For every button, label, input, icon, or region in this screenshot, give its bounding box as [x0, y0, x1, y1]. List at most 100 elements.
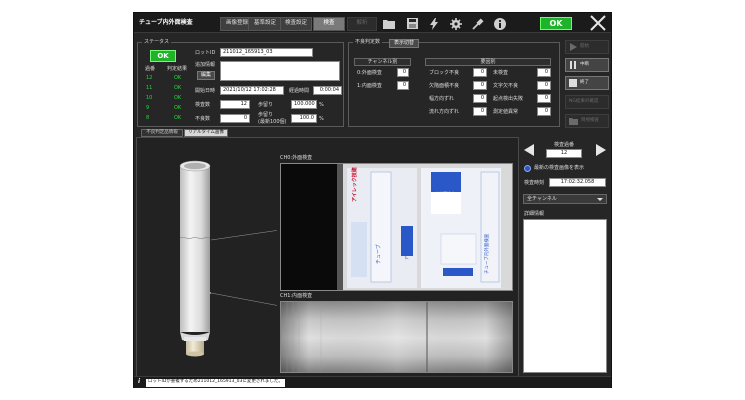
inspect-count-label: 検査数 — [195, 102, 211, 108]
chevron-down-icon — [597, 198, 603, 201]
tube-illustration — [179, 160, 277, 357]
tab-inspection-settings[interactable]: 検査設定 — [280, 17, 312, 31]
defect-count-field: 0 — [220, 114, 250, 123]
yield-recent-unit: % — [319, 116, 324, 122]
inspect-time-label: 検査時刻 — [524, 180, 545, 186]
ng-result-check-button[interactable]: NG結果の確認 — [565, 95, 609, 109]
app-title: チューブ内外面検査 — [139, 19, 193, 26]
tab-defect-info[interactable]: 不良判定品情報 — [141, 129, 183, 137]
type-value: 0 — [537, 81, 551, 90]
defect-group-title: 不良判定数 — [353, 39, 383, 45]
defect-count-group: 不良判定数 表示切替 チャンネル別 要因別 0:外面検査 0 1:内面検査 0 … — [348, 39, 560, 127]
status-message: ロットIDが重複するため211012_165913_03に変更されました。 — [146, 379, 285, 387]
close-icon[interactable] — [589, 14, 607, 32]
prev-arrow-icon[interactable] — [524, 144, 534, 156]
print-text: 内外面検査 — [435, 191, 455, 196]
type-value: 0 — [473, 68, 487, 77]
type-value: 0 — [537, 68, 551, 77]
history-result-header: 判定結果 — [167, 66, 188, 72]
elapsed-field: 0:00:04 — [313, 86, 342, 95]
pause-button[interactable]: 中断 — [565, 58, 609, 72]
tab-inspection[interactable]: 検査 — [313, 17, 345, 31]
channel-header: チャンネル別 — [354, 58, 411, 66]
type-value: 0 — [537, 107, 551, 116]
channel-label: 1:内面検査 — [357, 83, 382, 89]
channel-value: 0 — [397, 68, 409, 77]
history-count-header: 過番 — [145, 66, 156, 72]
history-result: OK — [174, 95, 182, 101]
ch1-title: CH1:内面検査 — [280, 293, 313, 299]
ch0-title: CH0:外面検査 — [280, 155, 313, 161]
history-row: 11 — [146, 85, 153, 91]
type-label: 文字欠不良 — [493, 83, 519, 89]
print-text: チューブ — [376, 244, 382, 264]
history-row: 10 — [146, 95, 153, 101]
history-row: 12 — [146, 75, 153, 81]
gear-icon[interactable] — [448, 16, 464, 31]
open-folder-icon[interactable] — [381, 16, 397, 31]
ch1-image — [280, 301, 513, 373]
type-value: 0 — [473, 107, 487, 116]
status-ok-badge: OK — [150, 50, 176, 62]
type-value: 0 — [473, 81, 487, 90]
status-bar: i ロットIDが重複するため211012_165913_03に変更されました。 — [134, 376, 611, 388]
tab-realtime-image[interactable]: リアルタイム画像 — [184, 129, 228, 137]
channel-label: 0:外面検査 — [357, 70, 382, 76]
print-text: チューブ内外面検査 — [485, 233, 490, 274]
ch0-image: アイレック技建 チューブ 内外面検査 チューブ内外面検査 アイレック技建 — [280, 163, 513, 291]
right-panel: 検査過番 12 最新の検査画像を表示 検査時刻 17:02:32.058 全チャ… — [522, 142, 608, 375]
save-icon[interactable] — [404, 16, 420, 31]
overall-ok-indicator: OK — [540, 17, 572, 30]
status-group-title: ステータス — [142, 39, 172, 45]
folder-icon — [569, 117, 578, 125]
print-text: アイレック技建 — [352, 167, 358, 202]
yield-recent-field: 100.0 — [291, 114, 317, 123]
history-result: OK — [174, 115, 182, 121]
stop-button[interactable]: 終了 — [565, 76, 609, 90]
channel-select[interactable]: 全チャンネル — [523, 194, 607, 204]
display-toggle-button[interactable]: 表示切替 — [389, 39, 419, 48]
type-label: 流れ方向ずれ — [429, 109, 460, 115]
inspect-count-field: 12 — [220, 100, 250, 109]
latest-image-radio[interactable] — [524, 165, 531, 172]
type-header: 要因別 — [425, 58, 551, 66]
stop-icon — [569, 79, 577, 87]
next-arrow-icon[interactable] — [596, 144, 606, 156]
pipette-icon[interactable] — [470, 16, 486, 31]
extra-info-label: 追加情報 — [195, 62, 216, 68]
type-label: 測定値異常 — [493, 109, 519, 115]
tab-analysis[interactable]: 解析 — [347, 17, 377, 31]
print-text: アイレック技建 — [404, 232, 409, 260]
history-result: OK — [174, 75, 182, 81]
extra-info-field — [220, 61, 340, 81]
edit-button[interactable]: 編集 — [197, 71, 215, 80]
start-button[interactable]: 開始 — [565, 40, 609, 54]
visual-inspection-button[interactable]: 目視検査 — [565, 114, 609, 128]
defect-count-label: 不良数 — [195, 116, 211, 122]
history-row: 8 — [146, 115, 150, 121]
main-window: チューブ内外面検査 画像登録 基準設定 検査設定 検査 解析 OK ステータス — [133, 12, 612, 388]
yield-field: 100.000 — [291, 100, 317, 109]
info-icon[interactable] — [492, 16, 508, 31]
channel-select-value: 全チャンネル — [527, 196, 557, 202]
tab-reference-settings[interactable]: 基準設定 — [248, 17, 282, 31]
lot-id-label: ロットID — [195, 50, 216, 56]
yield-label: 歩留り — [258, 102, 274, 108]
status-group: ステータス OK 過番 判定結果 12 OK 11 OK 10 OK 9 OK … — [137, 39, 344, 127]
start-time-field: 2021/10/12 17:02:28 — [220, 86, 284, 95]
elapsed-label: 経過時間 — [289, 88, 310, 94]
history-row: 9 — [146, 105, 150, 111]
lightning-icon[interactable] — [426, 16, 442, 31]
start-time-label: 開始日時 — [195, 88, 216, 94]
detail-panel — [523, 219, 607, 373]
inspection-no-field[interactable]: 12 — [546, 149, 582, 158]
lot-id-field: 211012_165913_03 — [220, 48, 313, 57]
info-icon: i — [138, 378, 141, 385]
inspection-no-label: 検査過番 — [554, 142, 575, 148]
type-label: 幅方向ずれ — [429, 96, 455, 102]
type-value: 0 — [537, 94, 551, 103]
latest-image-label: 最新の検査画像を表示 — [534, 165, 585, 171]
play-icon — [570, 43, 577, 51]
yield-unit: % — [319, 102, 324, 108]
yield-recent-sublabel: (最新100個) — [258, 119, 287, 125]
